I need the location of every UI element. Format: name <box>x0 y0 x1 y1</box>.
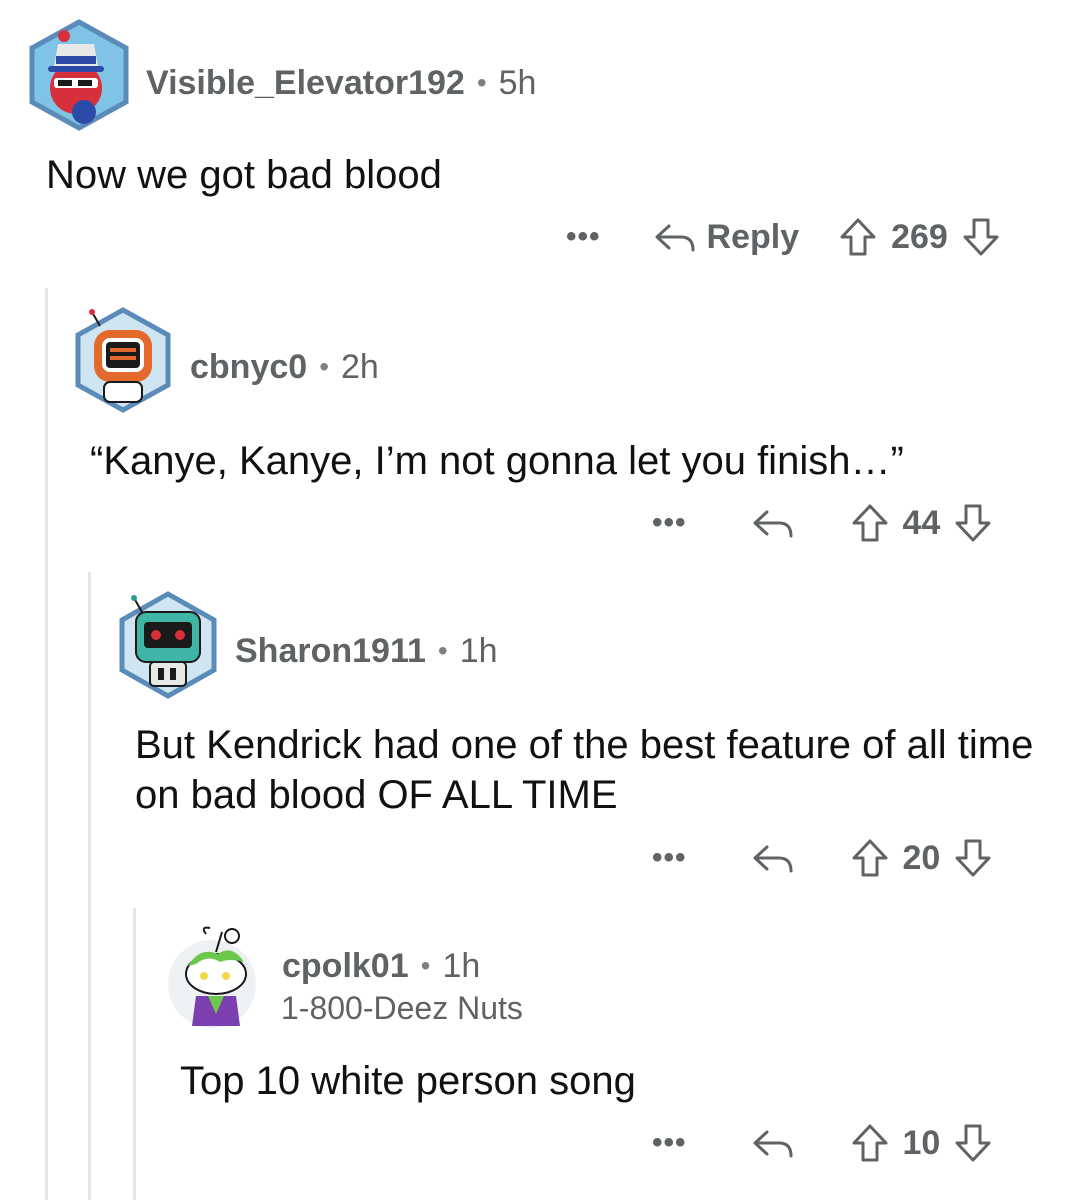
upvote-button[interactable] <box>851 838 889 878</box>
avatar[interactable] <box>114 588 222 702</box>
separator-dot: • <box>420 950 431 981</box>
teal-robot-avatar <box>119 591 217 699</box>
comment-actions: ••• 44 <box>652 498 992 548</box>
reply-button[interactable] <box>751 506 795 540</box>
username[interactable]: cbnyc0 <box>190 348 307 387</box>
downvote-button[interactable] <box>954 838 992 878</box>
thread-line-2[interactable] <box>88 572 91 1200</box>
downvote-arrow-icon <box>955 1124 991 1162</box>
username[interactable]: cpolk01 <box>282 947 409 986</box>
reply-arrow-icon <box>753 510 793 538</box>
comment-actions: ••• Reply 269 <box>566 212 1000 262</box>
comment-body: Now we got bad blood <box>46 153 442 197</box>
vote-score: 269 <box>891 217 948 256</box>
reply-arrow-icon <box>655 224 695 252</box>
comment-actions: ••• 10 <box>652 1118 992 1168</box>
upvote-arrow-icon <box>852 504 888 542</box>
more-options-button[interactable]: ••• <box>652 1126 687 1160</box>
more-options-button[interactable]: ••• <box>652 841 687 875</box>
vote-score: 44 <box>902 503 941 542</box>
upvote-button[interactable] <box>839 217 877 257</box>
reply-arrow-icon <box>753 845 793 873</box>
comment-actions: ••• 20 <box>652 833 992 883</box>
reply-label: Reply <box>706 217 800 256</box>
username[interactable]: Visible_Elevator192 <box>146 64 465 103</box>
timestamp[interactable]: 1h <box>442 947 480 986</box>
more-options-button[interactable]: ••• <box>566 220 601 254</box>
comment-body: “Kanye, Kanye, I’m not gonna let you fin… <box>90 439 904 483</box>
uncle-sam-hat-avatar <box>29 19 129 131</box>
thread-line-1[interactable] <box>45 288 48 1200</box>
more-options-button[interactable]: ••• <box>652 506 687 540</box>
user-flair: 1-800-Deez Nuts <box>281 990 523 1026</box>
downvote-arrow-icon <box>955 504 991 542</box>
reply-button[interactable] <box>751 1126 795 1160</box>
downvote-arrow-icon <box>955 839 991 877</box>
avatar[interactable] <box>70 304 176 416</box>
separator-dot: • <box>437 635 448 666</box>
vote-score: 20 <box>902 838 941 877</box>
upvote-arrow-icon <box>852 1124 888 1162</box>
comment-body: Top 10 white person song <box>180 1059 636 1103</box>
downvote-button[interactable] <box>954 1123 992 1163</box>
vote-score: 10 <box>902 1123 941 1162</box>
reply-button[interactable] <box>751 841 795 875</box>
timestamp[interactable]: 5h <box>499 64 537 103</box>
reply-button[interactable]: Reply <box>653 217 800 257</box>
avatar[interactable] <box>24 16 134 134</box>
orange-robot-avatar <box>75 307 171 413</box>
avatar[interactable] <box>160 918 264 1034</box>
upvote-arrow-icon <box>840 218 876 256</box>
upvote-arrow-icon <box>852 839 888 877</box>
downvote-button[interactable] <box>962 217 1000 257</box>
separator-dot: • <box>476 67 487 98</box>
comment-body: But Kendrick had one of the best feature… <box>135 723 1034 817</box>
snoo-green-hair-avatar <box>168 926 256 1028</box>
upvote-button[interactable] <box>851 1123 889 1163</box>
timestamp[interactable]: 2h <box>341 348 379 387</box>
downvote-arrow-icon <box>963 218 999 256</box>
username[interactable]: Sharon1911 <box>235 632 426 671</box>
reply-arrow-icon <box>753 1130 793 1158</box>
upvote-button[interactable] <box>851 503 889 543</box>
thread-line-3[interactable] <box>133 908 136 1200</box>
timestamp[interactable]: 1h <box>460 632 498 671</box>
separator-dot: • <box>319 351 329 382</box>
downvote-button[interactable] <box>954 503 992 543</box>
